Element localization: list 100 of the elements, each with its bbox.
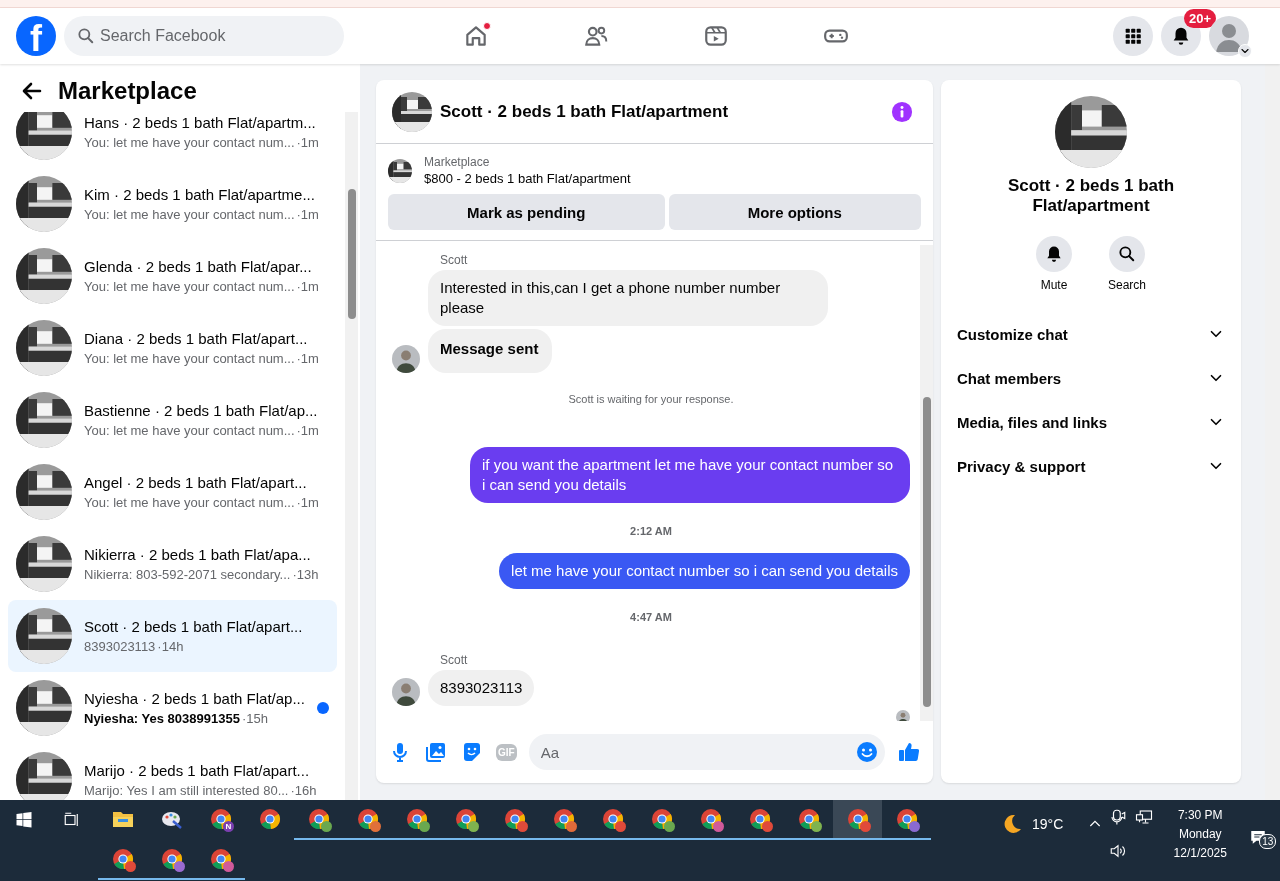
profile-button[interactable] [1209,16,1249,56]
section-label: Media, files and links [957,413,1109,431]
conversation-name: Scott · 2 beds 1 bath Flat/apart... [84,616,304,637]
message-preview: Nyiesha: Yes 8038991355 [84,710,240,726]
facebook-logo[interactable]: f [16,16,56,56]
info-icon[interactable] [891,100,913,123]
conversation-item[interactable]: Hans · 2 beds 1 bath Flat/apartm... You: let me have your contact num...·1m [8,112,337,168]
message-preview: You: let me have your contact num... [84,134,295,150]
section-header[interactable]: Chat members [949,356,1233,400]
conversation-item[interactable]: Glenda · 2 beds 1 bath Flat/apar... You: let me have your contact num...·1m [8,240,337,312]
listing-button[interactable]: More options [668,194,921,230]
scrollbar[interactable] [920,245,933,721]
message-preview: Nikierra: 803-592-2071 secondary... [84,566,291,582]
message-bubble: if you want the apartment let me have your contact number so i can send you details [470,447,910,503]
message-bubble: Interested in this,can I get a phone number number please [428,270,828,326]
timestamp: ·16h [290,782,317,798]
conversation-item[interactable]: Angel · 2 beds 1 bath Flat/apart... You: let me have your contact num...·1m [8,456,337,528]
menu-button[interactable] [1113,16,1153,56]
timestamp: ·1m [296,350,319,366]
search-icon [76,26,96,46]
section-label: Customize chat [957,325,1069,343]
profile-badge: N [223,821,234,832]
timestamp: ·1m [296,206,319,222]
avatar [392,345,420,373]
avatar [392,678,420,706]
unread-dot [317,702,329,714]
message-preview: You: let me have your contact num... [84,206,295,222]
thumbs-up-icon[interactable] [897,740,921,764]
home-icon [463,23,489,49]
section-header[interactable]: Customize chat [949,312,1233,356]
message-preview: You: let me have your contact num... [84,350,295,366]
conversation-name: Angel · 2 beds 1 bath Flat/apart... [84,472,308,493]
chat-title: Scott · 2 beds 1 bath Flat/apartment [440,101,730,122]
section-label: Privacy & support [957,457,1087,475]
message-time: 4:47 AM [629,611,673,623]
conversation-name: Kim · 2 beds 1 bath Flat/apartme... [84,184,316,205]
clock-date[interactable]: 12/1/2025 [1173,846,1227,860]
section-header[interactable]: Privacy & support [949,444,1233,488]
section-header[interactable]: Media, files and links [949,400,1233,444]
conversation-name: Nikierra · 2 beds 1 bath Flat/apa... [84,544,312,565]
windows-icon [15,811,33,829]
message-preview: You: let me have your contact num... [84,494,295,510]
emoji-icon[interactable] [855,740,879,764]
search-field[interactable]: Search Facebook [64,16,344,56]
conversation-item[interactable]: Bastienne · 2 beds 1 bath Flat/ap... You: let me have your contact num...·1m [8,384,337,456]
video-icon [703,23,729,49]
conversation-name: Bastienne · 2 beds 1 bath Flat/ap... [84,400,319,421]
timestamp: ·1m [296,422,319,438]
task-view-icon [63,811,81,829]
timestamp: ·15h [241,710,268,726]
weather-widget[interactable]: 19°C [1000,812,1064,836]
timestamp: ·1m [296,278,319,294]
timestamp: ·1m [296,494,319,510]
section-label: Chat members [957,369,1063,387]
temperature: 19°C [1032,816,1064,832]
browser-button[interactable] [833,800,882,840]
avatar [896,710,910,721]
conversation-item[interactable]: Scott · 2 beds 1 bath Flat/apart... 8393023113·14h [8,600,337,672]
message-bubble: Message sent [428,329,553,373]
message-time: 2:12 AM [629,525,673,537]
image-icon[interactable] [424,740,448,764]
clock-day[interactable]: Monday [1178,827,1222,841]
timestamp: ·13h [292,566,319,582]
conversation-item[interactable]: Nyiesha · 2 beds 1 bath Flat/ap... Nyiesha: Yes 8038991355·15h [8,672,337,744]
message-field[interactable]: Aa [528,734,885,770]
conversation-item[interactable]: Kim · 2 beds 1 bath Flat/apartme... You: let me have your contact num...·1m [8,168,337,240]
message-preview: You: let me have your contact num... [84,278,295,294]
volume-icon[interactable] [1109,842,1128,860]
conversation-item[interactable]: Nikierra · 2 beds 1 bath Flat/apa... Nikierra: 803-592-2071 secondary...·13h [8,528,337,600]
browser-icon [257,807,282,831]
message-preview: Marijo: Yes I am still interested 80... [84,782,289,798]
microphone-icon[interactable] [1109,808,1128,826]
listing-description: $800 - 2 beds 1 bath Flat/apartment [424,170,631,188]
timestamp: ·1m [296,134,319,150]
notification-count: 13 [1259,834,1277,849]
listing-button[interactable]: Mark as pending [388,194,665,230]
action-label: Search [1108,278,1146,292]
mute-button[interactable] [1036,236,1072,272]
message-bubble: let me have your contact number so i can send you details [499,553,910,589]
chevron-down-icon [1238,44,1252,58]
message-bubble: 8393023113 [428,670,535,706]
action-label: Mute [1040,278,1068,292]
listing-label: Marketplace [424,154,491,170]
scrollbar[interactable] [345,112,358,800]
browser-button[interactable]: N [196,800,245,840]
sender-name: Scott [440,653,469,667]
conversation-name: Marijo · 2 beds 1 bath Flat/apart... [84,760,311,781]
status-notice: Scott is waiting for your response. [567,393,735,405]
network-icon[interactable] [1135,808,1154,826]
conversation-name: Glenda · 2 beds 1 bath Flat/apar... [84,256,313,277]
conversation-name: Nyiesha · 2 beds 1 bath Flat/ap... [84,688,305,709]
scrollbar[interactable] [1265,64,1280,800]
clock-time[interactable]: 7:30 PM [1177,808,1223,822]
search-button[interactable] [1109,236,1145,272]
contact-title: Scott · 2 beds 1 bath Flat/apartment [1006,176,1176,216]
conversation-item[interactable]: Diana · 2 beds 1 bath Flat/apart... You: let me have your contact num...·1m [8,312,337,384]
page-title: Marketplace [58,77,197,105]
message-preview: You: let me have your contact num... [84,422,295,438]
sender-name: Scott [440,253,469,267]
avatar-icon [1209,16,1249,56]
